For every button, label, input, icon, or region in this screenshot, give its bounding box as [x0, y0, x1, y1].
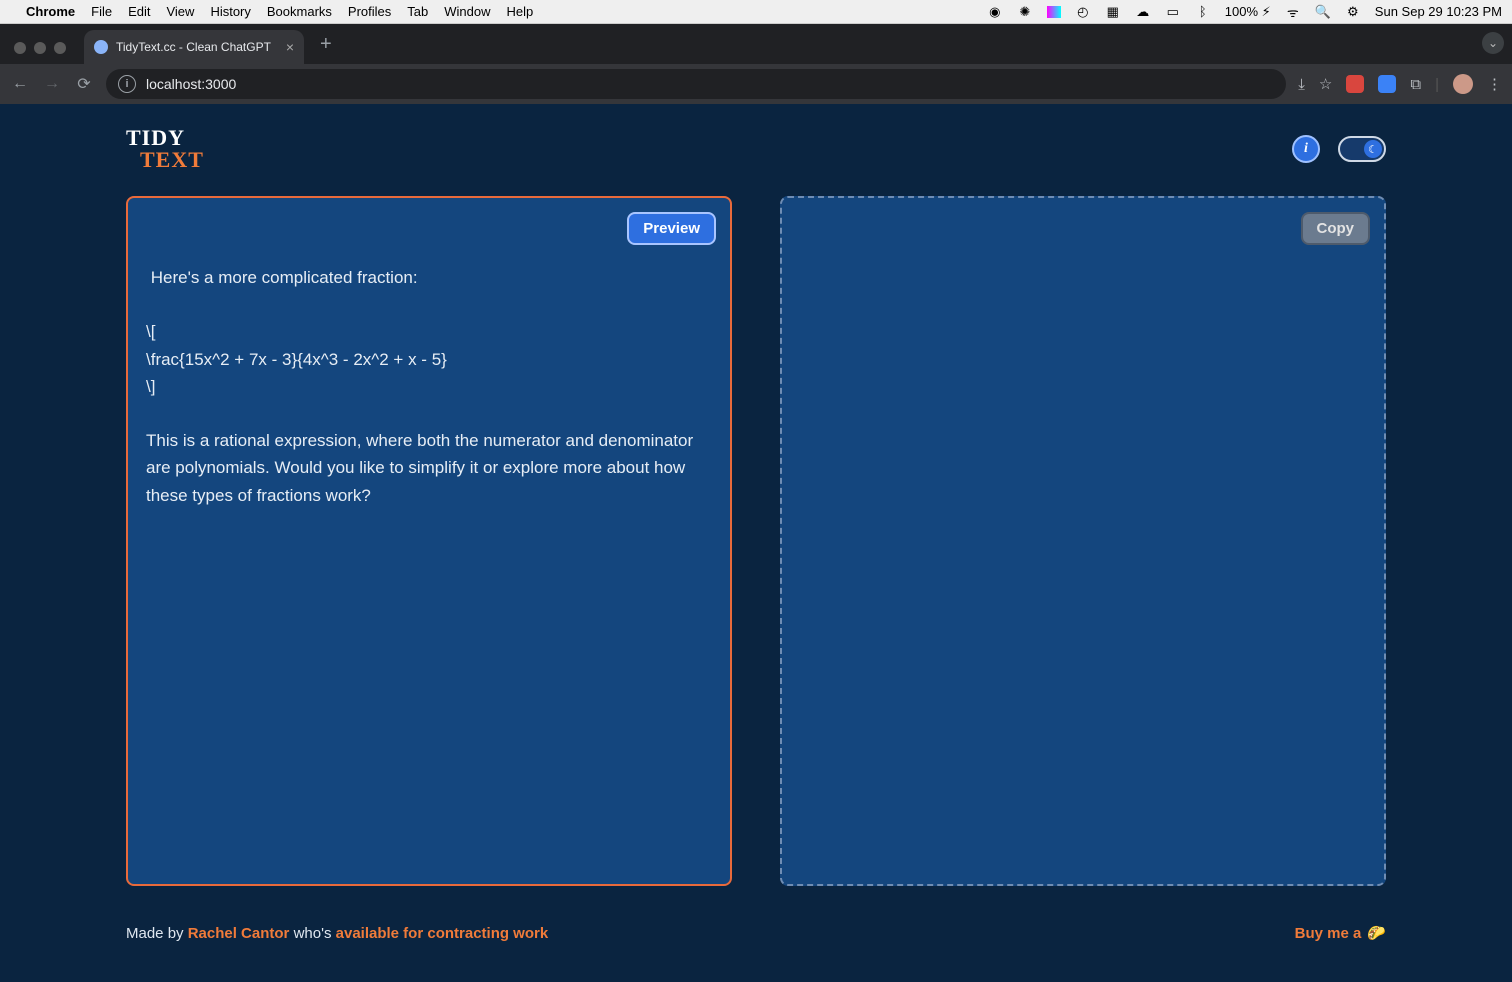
- chrome-menu-icon[interactable]: ⋮: [1487, 75, 1502, 93]
- status-cloud-icon[interactable]: ☁: [1135, 4, 1151, 20]
- browser-window: TidyText.cc - Clean ChatGPT × + ⌄ ← → ⟳ …: [0, 24, 1512, 982]
- tabs-dropdown-icon[interactable]: ⌄: [1482, 32, 1504, 54]
- app-logo[interactable]: TIDY TEXT: [126, 127, 204, 171]
- copy-button[interactable]: Copy: [1301, 212, 1371, 245]
- info-icon: i: [1304, 141, 1308, 157]
- menu-bookmarks[interactable]: Bookmarks: [267, 4, 332, 19]
- extension-1-icon[interactable]: [1346, 75, 1364, 93]
- output-panel: Copy: [780, 196, 1386, 886]
- mac-menubar: Chrome File Edit View History Bookmarks …: [0, 0, 1512, 24]
- footer: Made by Rachel Cantor who's available fo…: [126, 924, 1386, 942]
- extensions-puzzle-icon[interactable]: ⧉: [1410, 76, 1421, 93]
- browser-tab[interactable]: TidyText.cc - Clean ChatGPT ×: [84, 30, 304, 64]
- status-layout-icon[interactable]: ▦: [1105, 4, 1121, 20]
- app-header: TIDY TEXT i ☾: [126, 104, 1386, 176]
- menu-profiles[interactable]: Profiles: [348, 4, 391, 19]
- new-tab-button[interactable]: +: [312, 33, 340, 64]
- menu-window[interactable]: Window: [444, 4, 490, 19]
- theme-toggle[interactable]: ☾: [1338, 136, 1386, 162]
- status-wifi-icon[interactable]: ᯤ: [1285, 4, 1301, 20]
- menu-app-name[interactable]: Chrome: [26, 4, 75, 19]
- browser-toolbar: ← → ⟳ i localhost:3000 ⤓ ☆ ⧉ | ⋮: [0, 64, 1512, 104]
- logo-line-1: TIDY: [126, 127, 204, 149]
- input-textarea[interactable]: [146, 264, 712, 864]
- minimize-window-icon[interactable]: [34, 42, 46, 54]
- buy-me-a-link[interactable]: Buy me a 🌮: [1295, 924, 1386, 942]
- status-record-icon[interactable]: ◉: [987, 4, 1003, 20]
- status-search-icon[interactable]: 🔍: [1315, 4, 1331, 20]
- status-bluetooth-icon[interactable]: ᛒ: [1195, 4, 1211, 20]
- address-bar[interactable]: i localhost:3000: [106, 69, 1286, 99]
- back-button[interactable]: ←: [10, 75, 30, 93]
- profile-avatar[interactable]: [1453, 74, 1473, 94]
- close-window-icon[interactable]: [14, 42, 26, 54]
- status-grid-icon[interactable]: [1047, 6, 1061, 18]
- status-control-center-icon[interactable]: ⚙: [1345, 4, 1361, 20]
- menu-file[interactable]: File: [91, 4, 112, 19]
- forward-button[interactable]: →: [42, 75, 62, 93]
- panels-row: Preview Copy: [126, 196, 1386, 886]
- bookmark-star-icon[interactable]: ☆: [1319, 75, 1332, 93]
- taco-icon: 🌮: [1367, 924, 1386, 942]
- separator: |: [1435, 76, 1439, 93]
- footer-mid: who's: [294, 925, 336, 942]
- status-clock[interactable]: Sun Sep 29 10:23 PM: [1375, 4, 1502, 19]
- url-text: localhost:3000: [146, 76, 236, 92]
- menu-view[interactable]: View: [166, 4, 194, 19]
- menu-edit[interactable]: Edit: [128, 4, 150, 19]
- footer-availability-link[interactable]: available for contracting work: [336, 925, 549, 942]
- maximize-window-icon[interactable]: [54, 42, 66, 54]
- footer-prefix: Made by: [126, 925, 188, 942]
- logo-line-2: TEXT: [140, 149, 204, 171]
- tab-title: TidyText.cc - Clean ChatGPT: [116, 40, 271, 54]
- footer-credit: Made by Rachel Cantor who's available fo…: [126, 925, 548, 942]
- buy-me-label: Buy me a: [1295, 925, 1362, 942]
- reload-button[interactable]: ⟳: [74, 74, 94, 94]
- status-clock-icon[interactable]: ◴: [1075, 4, 1091, 20]
- tab-close-icon[interactable]: ×: [286, 39, 294, 55]
- tab-favicon-icon: [94, 40, 108, 54]
- status-battery-saver-icon[interactable]: ▭: [1165, 4, 1181, 20]
- extension-2-icon[interactable]: [1378, 75, 1396, 93]
- tab-strip: TidyText.cc - Clean ChatGPT × + ⌄: [0, 24, 1512, 64]
- site-info-icon[interactable]: i: [118, 75, 136, 93]
- status-battery-text[interactable]: 100% ⚡︎: [1225, 4, 1271, 20]
- status-openai-icon[interactable]: ✺: [1017, 4, 1033, 20]
- page-viewport: TIDY TEXT i ☾ Preview: [0, 104, 1512, 982]
- install-app-icon[interactable]: ⤓: [1298, 76, 1305, 93]
- menu-history[interactable]: History: [210, 4, 250, 19]
- window-controls[interactable]: [10, 42, 76, 64]
- menu-help[interactable]: Help: [507, 4, 534, 19]
- moon-icon: ☾: [1364, 140, 1382, 158]
- info-button[interactable]: i: [1292, 135, 1320, 163]
- input-panel: Preview: [126, 196, 732, 886]
- preview-button[interactable]: Preview: [627, 212, 716, 245]
- menu-tab[interactable]: Tab: [407, 4, 428, 19]
- footer-author-link[interactable]: Rachel Cantor: [188, 925, 290, 942]
